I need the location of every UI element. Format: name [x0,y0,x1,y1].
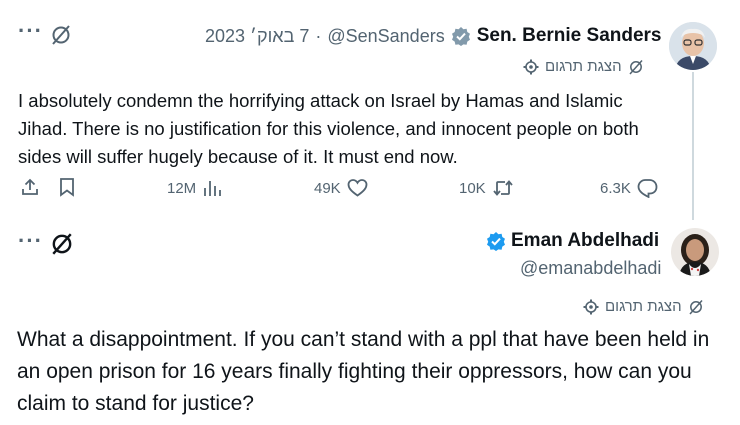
globe-gear-icon-2 [583,299,599,315]
more-dots-icon[interactable]: ··· [18,18,43,44]
tweet-date[interactable]: 7 באוק׳ 2023 [205,26,309,47]
author-handle[interactable]: @SenSanders [327,26,444,47]
bookmark-icon[interactable] [58,177,76,197]
reposts-count: 10K [459,179,486,197]
translate-link[interactable]: הצגת תרגום [523,58,644,75]
reply-button[interactable]: 6.3K [600,178,658,198]
thread-connector-line [692,72,694,220]
translate-label-2: הצגת תרגום [605,298,682,315]
views-count: 12M [167,179,197,197]
grok-slash-small-icon-2 [688,299,704,315]
grok-slash-small-icon [628,59,644,75]
verified-badge-icon [451,26,471,46]
tweet-text-2: What a disappointment. If you can’t stan… [17,328,710,415]
heart-icon [347,178,368,198]
author-name[interactable]: Sen. Bernie Sanders [477,25,662,47]
grok-slash-icon[interactable] [50,24,72,46]
author-name-2[interactable]: Eman Abdelhadi [511,230,659,252]
meta-separator: · [315,25,322,46]
globe-gear-icon [523,59,539,75]
views-button[interactable]: 12M [167,178,222,198]
grok-slash-icon-2[interactable] [50,232,74,256]
more-dots-icon-2[interactable]: ··· [18,228,43,254]
like-button[interactable]: 49K [314,178,368,198]
repost-button[interactable]: 10K [459,178,514,198]
repost-icon [492,178,514,198]
translate-link-2[interactable]: הצגת תרגום [583,298,704,315]
avatar-sanders[interactable] [669,22,717,70]
verified-badge-icon-2 [486,231,506,251]
avatar-abdelhadi[interactable] [671,228,719,276]
views-chart-icon [202,178,222,198]
tweet-text: I absolutely condemn the horrifying atta… [18,90,639,167]
likes-count: 49K [314,179,341,197]
replies-count: 6.3K [600,179,631,197]
share-icon[interactable] [20,177,40,197]
author-handle-2[interactable]: @emanabdelhadi [520,258,661,279]
translate-label: הצגת תרגום [545,58,622,75]
reply-icon [637,178,658,198]
